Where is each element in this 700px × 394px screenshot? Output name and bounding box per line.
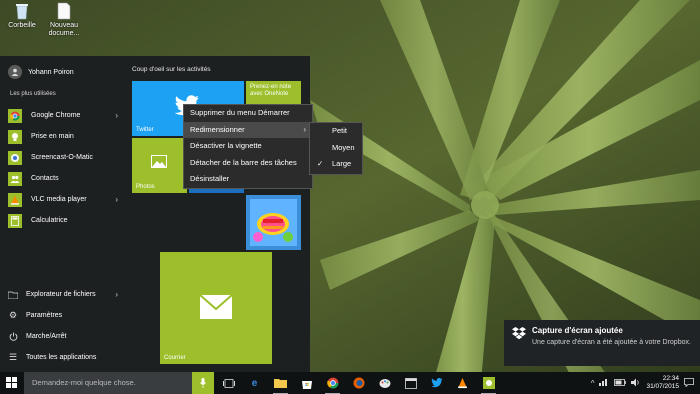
task-view-icon[interactable]	[220, 375, 237, 391]
file-explorer-button[interactable]: Explorateur de fichiers ›	[8, 284, 126, 305]
vlc-icon[interactable]	[454, 375, 471, 391]
network-icon[interactable]	[599, 378, 609, 388]
menu-item-uninstall[interactable]: Désinstaller	[184, 171, 312, 188]
clock-time: 22:34	[662, 375, 679, 382]
store-icon[interactable]	[298, 375, 315, 391]
system-tray: ^ 22:34 31/07/2015	[591, 375, 694, 391]
menu-item-disable-live-tile[interactable]: Désactiver la vignette	[184, 138, 312, 155]
app-item-label: VLC media player	[31, 196, 87, 203]
screencast-icon	[8, 150, 22, 165]
app-item-calculatrice[interactable]: Calculatrice	[8, 210, 126, 231]
windows-start-icon[interactable]	[6, 377, 17, 388]
gear-icon: ⚙	[8, 310, 18, 320]
start-bottom-list: Explorateur de fichiers › ⚙ Paramètres M…	[8, 284, 126, 368]
most-used-title: Les plus utilisées	[10, 91, 56, 97]
user-account[interactable]: Yohann Poiron	[8, 65, 74, 79]
mail-envelope-icon	[199, 294, 233, 322]
battery-icon[interactable]	[614, 378, 627, 388]
settings-label: Paramètres	[26, 312, 63, 319]
paint-icon[interactable]	[376, 375, 393, 391]
notification-title: Capture d'écran ajoutée	[532, 326, 623, 335]
desktop-icon-document[interactable]: Nouveau docume...	[42, 2, 86, 38]
dropbox-icon	[512, 327, 526, 342]
app-item-label: Prise en main	[31, 133, 74, 140]
menu-item-label: Redimensionner	[190, 124, 245, 134]
tile-context-menu: Supprimer du menu Démarrer Redimensionne…	[183, 104, 313, 189]
clock-date: 31/07/2015	[646, 383, 679, 390]
app-item-label: Calculatrice	[31, 217, 68, 224]
chrome-icon[interactable]	[324, 375, 341, 394]
chevron-up-icon[interactable]: ^	[591, 379, 595, 388]
most-used-apps: Google Chrome › Prise en main Screencast…	[8, 105, 126, 231]
screencast-icon[interactable]	[480, 375, 497, 394]
onenote-text: Prenez-en note avec OneNote	[250, 84, 292, 97]
calendar-icon[interactable]	[402, 375, 419, 391]
volume-icon[interactable]	[631, 378, 641, 389]
chevron-right-icon[interactable]: ›	[115, 195, 118, 204]
menu-item-unpin-taskbar[interactable]: Détacher de la barre des tâches	[184, 155, 312, 172]
photos-icon	[151, 155, 167, 170]
all-apps-label: Toutes les applications	[26, 354, 97, 361]
taskbar-apps: e	[220, 375, 497, 394]
desktop-icon-label: Corbeille	[8, 22, 36, 29]
app-item-vlc[interactable]: VLC media player ›	[8, 189, 126, 210]
folder-icon	[8, 290, 18, 300]
power-button[interactable]: Marche/Arrêt	[8, 326, 126, 347]
tile-label: Twitter	[136, 127, 154, 133]
app-item-label: Screencast-O-Matic	[31, 154, 93, 161]
microphone-icon[interactable]	[192, 372, 214, 394]
tiles-group-title: Coup d'oeil sur les activités	[132, 66, 211, 73]
notification-toast[interactable]: Capture d'écran ajoutée Une capture d'éc…	[504, 320, 700, 366]
tile-courrier[interactable]: Courrier	[160, 252, 272, 364]
taskbar: Demandez-moi quelque chose. e ^ 22:34 31…	[0, 372, 700, 394]
notification-body: Une capture d'écran a été ajoutée à votr…	[532, 339, 691, 346]
text-document-icon	[56, 2, 72, 20]
calculator-icon	[8, 213, 22, 228]
app-item-google-chrome[interactable]: Google Chrome ›	[8, 105, 126, 126]
search-box[interactable]: Demandez-moi quelque chose.	[24, 372, 192, 394]
tile-candy-crush[interactable]	[246, 195, 301, 250]
candy-crush-icon	[250, 199, 297, 248]
tile-label: Photos	[136, 184, 155, 190]
file-explorer-icon[interactable]	[272, 375, 289, 394]
list-icon: ☰	[8, 352, 18, 362]
notification-icon[interactable]	[684, 377, 694, 389]
menu-item-resize[interactable]: Redimensionner ›	[184, 121, 312, 138]
chevron-right-icon: ›	[303, 124, 306, 134]
chevron-right-icon[interactable]: ›	[115, 111, 118, 120]
resize-option-small[interactable]: Petit	[310, 123, 362, 140]
resize-option-large[interactable]: ✓ Large	[310, 156, 362, 173]
settings-button[interactable]: ⚙ Paramètres	[8, 305, 126, 326]
checkmark-icon: ✓	[317, 159, 324, 168]
contacts-icon	[8, 171, 22, 186]
app-item-prise-en-main[interactable]: Prise en main	[8, 126, 126, 147]
desktop-icon-label: Nouveau docume...	[48, 22, 80, 37]
desktop-icon-recycle-bin[interactable]: Corbeille	[0, 2, 44, 30]
chrome-icon	[8, 108, 22, 123]
app-item-contacts[interactable]: Contacts	[8, 168, 126, 189]
power-icon	[8, 332, 18, 342]
taskbar-clock[interactable]: 22:34 31/07/2015	[646, 375, 679, 391]
file-explorer-label: Explorateur de fichiers	[26, 291, 96, 298]
resize-option-medium[interactable]: Moyen	[310, 140, 362, 157]
menu-item-unpin-start[interactable]: Supprimer du menu Démarrer	[184, 105, 312, 122]
app-item-label: Google Chrome	[31, 112, 81, 119]
edge-icon[interactable]: e	[246, 375, 263, 391]
tile-label: Courrier	[164, 355, 186, 361]
all-apps-button[interactable]: ☰ Toutes les applications	[8, 347, 126, 368]
firefox-icon[interactable]	[350, 375, 367, 391]
power-label: Marche/Arrêt	[26, 333, 67, 340]
resize-option-label: Large	[332, 159, 352, 168]
user-avatar-icon	[8, 65, 22, 79]
recycle-bin-icon	[14, 2, 30, 20]
tile-photos[interactable]: Photos	[132, 138, 187, 193]
chevron-right-icon[interactable]: ›	[115, 290, 118, 299]
user-name: Yohann Poiron	[28, 68, 74, 76]
vlc-icon	[8, 192, 22, 207]
twitter-icon[interactable]	[428, 375, 445, 391]
resize-submenu: Petit Moyen ✓ Large	[309, 122, 363, 175]
app-item-screencast[interactable]: Screencast-O-Matic	[8, 147, 126, 168]
app-item-label: Contacts	[31, 175, 59, 182]
lightbulb-icon	[8, 129, 22, 144]
